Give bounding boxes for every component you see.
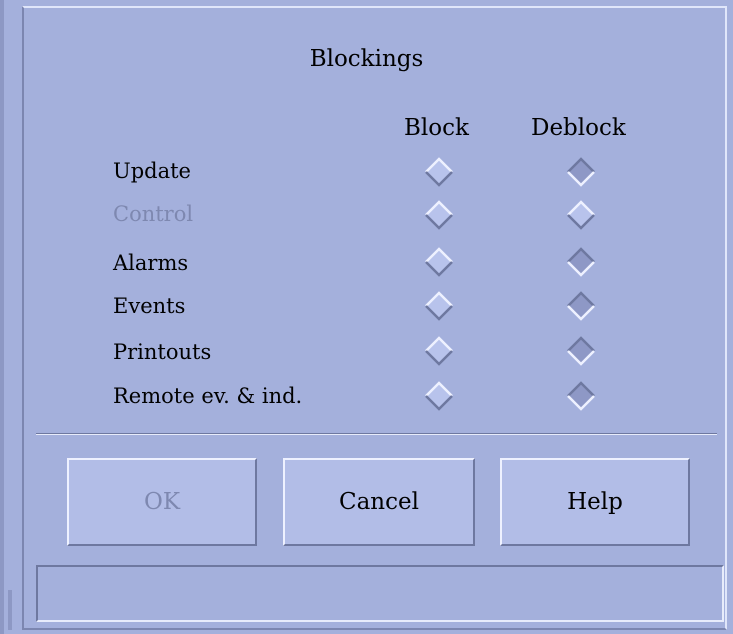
printouts-deblock-radio[interactable] — [566, 336, 596, 366]
diamond-radio-icon — [425, 200, 453, 230]
update-block-radio[interactable] — [424, 157, 454, 187]
ok-button[interactable]: OK — [67, 458, 257, 546]
diamond-radio-icon — [425, 247, 453, 277]
diamond-radio-icon — [567, 200, 595, 230]
control-block-radio[interactable] — [424, 200, 454, 230]
events-deblock-radio[interactable] — [566, 291, 596, 321]
column-header-deblock: Deblock — [531, 115, 626, 141]
row-label-events: Events — [113, 294, 186, 318]
diamond-radio-icon — [567, 247, 595, 277]
alarms-deblock-radio[interactable] — [566, 247, 596, 277]
alarms-block-radio[interactable] — [424, 247, 454, 277]
diamond-radio-icon — [425, 291, 453, 321]
row-label-update: Update — [113, 159, 191, 183]
help-button[interactable]: Help — [500, 458, 690, 546]
blockings-dialog: Blockings Block Deblock Update Control A… — [0, 0, 733, 634]
diamond-radio-icon — [425, 157, 453, 187]
diamond-radio-icon — [567, 336, 595, 366]
dialog-title: Blockings — [309, 46, 424, 72]
diamond-radio-icon — [567, 381, 595, 411]
control-deblock-radio[interactable] — [566, 200, 596, 230]
column-header-block: Block — [404, 115, 469, 141]
remote-block-radio[interactable] — [424, 381, 454, 411]
window-edge-strip — [8, 590, 12, 630]
events-block-radio[interactable] — [424, 291, 454, 321]
diamond-radio-icon — [567, 157, 595, 187]
diamond-radio-icon — [567, 291, 595, 321]
row-label-alarms: Alarms — [113, 251, 189, 275]
row-label-control: Control — [113, 202, 194, 226]
remote-deblock-radio[interactable] — [566, 381, 596, 411]
row-label-printouts: Printouts — [113, 340, 212, 364]
separator-line — [36, 433, 717, 435]
update-deblock-radio[interactable] — [566, 157, 596, 187]
diamond-radio-icon — [425, 381, 453, 411]
row-label-remote-ev-ind: Remote ev. & ind. — [113, 384, 303, 408]
diamond-radio-icon — [425, 336, 453, 366]
status-bar — [36, 565, 724, 622]
printouts-block-radio[interactable] — [424, 336, 454, 366]
cancel-button[interactable]: Cancel — [283, 458, 475, 546]
